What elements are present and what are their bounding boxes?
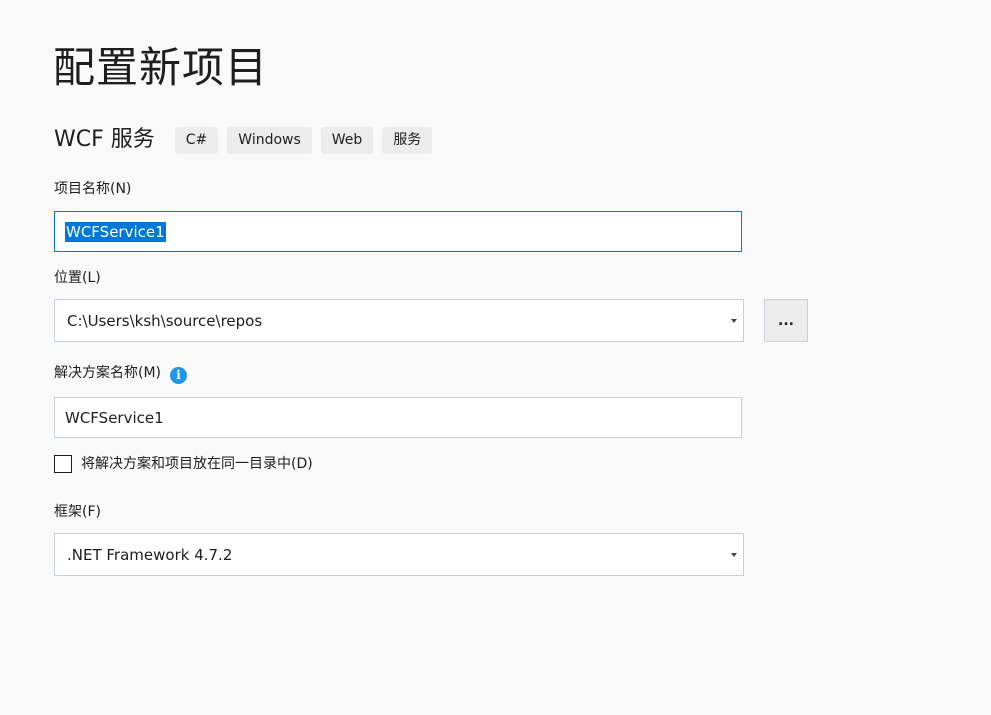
page-title: 配置新项目 — [53, 43, 269, 92]
same-directory-checkbox[interactable] — [54, 455, 72, 473]
solution-name-label-row: 解决方案名称(M) i — [54, 363, 188, 384]
solution-name-value: WCFService1 — [65, 408, 164, 427]
chevron-down-icon[interactable] — [731, 552, 737, 557]
same-directory-option[interactable]: 将解决方案和项目放在同一目录中(D) — [54, 454, 313, 474]
framework-combobox[interactable]: .NET Framework 4.7.2 — [54, 533, 744, 576]
chevron-down-icon[interactable] — [731, 318, 737, 323]
tag-csharp: C# — [174, 126, 219, 154]
framework-value: .NET Framework 4.7.2 — [67, 545, 233, 564]
project-name-input[interactable]: WCFService1 — [54, 211, 742, 252]
browse-button[interactable]: ... — [764, 299, 808, 342]
template-info: WCF 服务 C# Windows Web 服务 — [54, 124, 441, 156]
project-name-value: WCFService1 — [65, 221, 166, 242]
framework-label: 框架(F) — [54, 504, 101, 520]
location-value: C:\Users\ksh\source\repos — [67, 311, 263, 330]
project-name-label: 项目名称(N) — [54, 181, 132, 197]
template-name: WCF 服务 — [54, 127, 155, 152]
same-directory-label[interactable]: 将解决方案和项目放在同一目录中(D) — [81, 454, 313, 474]
tag-web: Web — [320, 126, 374, 154]
tag-windows: Windows — [227, 126, 312, 154]
tag-service: 服务 — [382, 126, 433, 154]
location-combobox[interactable]: C:\Users\ksh\source\repos — [54, 299, 744, 342]
info-icon[interactable]: i — [170, 367, 188, 384]
location-label: 位置(L) — [54, 270, 101, 286]
solution-name-label: 解决方案名称(M) — [54, 365, 162, 381]
solution-name-input[interactable]: WCFService1 — [54, 397, 742, 438]
